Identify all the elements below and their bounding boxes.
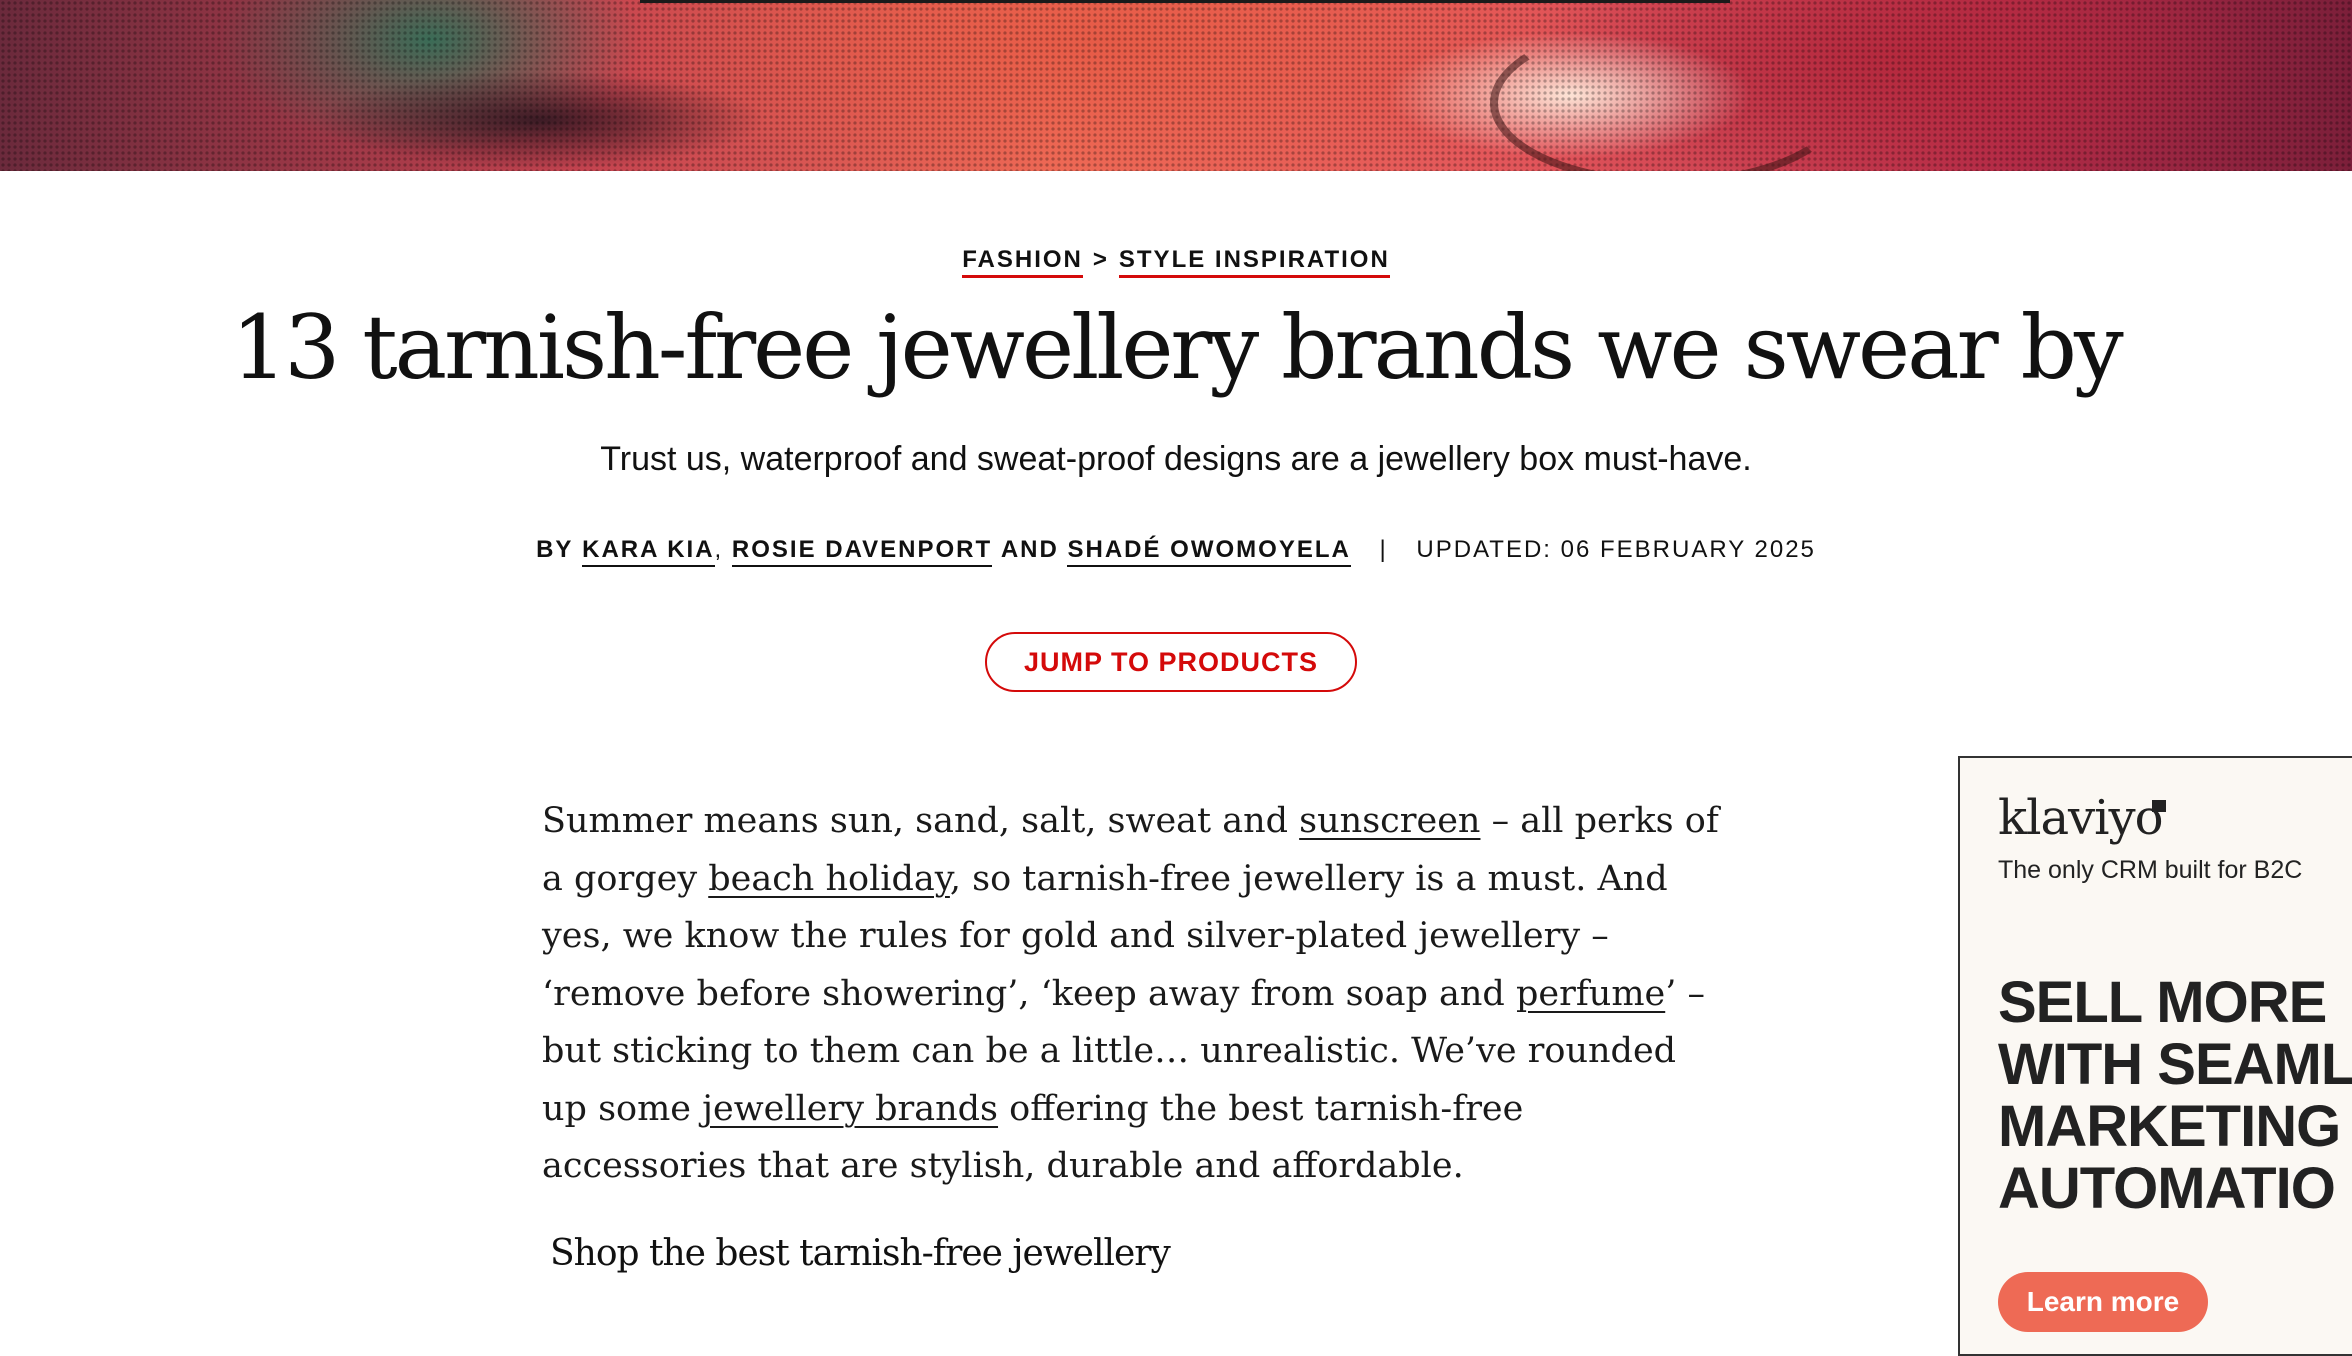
ad-headline: SELL MORE WITH SEAML MARKETING AUTOMATIO bbox=[1998, 970, 2352, 1221]
shop-section-heading: Shop the best tarnish-free jewellery bbox=[550, 1233, 1171, 1274]
byline-divider: | bbox=[1379, 536, 1388, 563]
ad-learn-more-button[interactable]: Learn more bbox=[1998, 1272, 2208, 1332]
breadcrumb-separator: > bbox=[1092, 246, 1109, 273]
byline: BY KARA KIA, ROSIE DAVENPORT AND SHADÉ O… bbox=[0, 536, 2352, 567]
sunscreen-link[interactable]: sunscreen bbox=[1299, 801, 1480, 841]
perfume-link[interactable]: perfume bbox=[1516, 974, 1665, 1014]
byline-and: AND bbox=[1000, 536, 1059, 563]
byline-by: BY bbox=[536, 536, 574, 563]
jewellery-brands-link[interactable]: jewellery brands bbox=[702, 1089, 998, 1129]
ad-tagline: The only CRM built for B2C bbox=[1998, 856, 2303, 884]
author-link-kara-kia[interactable]: KARA KIA bbox=[582, 536, 715, 567]
byline-comma: , bbox=[714, 536, 724, 563]
article-intro-paragraph: Summer means sun, sand, salt, sweat and … bbox=[542, 793, 1722, 1196]
hero-image-ring bbox=[1490, 20, 1846, 171]
breadcrumb-style-inspiration[interactable]: STYLE INSPIRATION bbox=[1118, 246, 1390, 278]
jump-to-products-button[interactable]: JUMP TO PRODUCTS bbox=[985, 632, 1357, 692]
article-title: 13 tarnish-free jewellery brands we swea… bbox=[231, 296, 2123, 399]
intro-text-1: Summer means sun, sand, salt, sweat and bbox=[542, 801, 1300, 841]
hero-image bbox=[0, 0, 2352, 171]
ad-logo: klaviyo bbox=[1998, 790, 2164, 846]
author-link-shade-owomoyela[interactable]: SHADÉ OWOMOYELA bbox=[1067, 536, 1351, 567]
hero-image-edge bbox=[640, 0, 1730, 3]
advertisement[interactable]: klaviyo The only CRM built for B2C SELL … bbox=[1958, 756, 2352, 1356]
ad-logo-flag-icon bbox=[2152, 800, 2166, 812]
beach-holiday-link[interactable]: beach holiday bbox=[708, 859, 950, 899]
author-link-rosie-davenport[interactable]: ROSIE DAVENPORT bbox=[731, 536, 993, 567]
updated-date: UPDATED: 06 FEBRUARY 2025 bbox=[1416, 536, 1816, 563]
article-subtitle: Trust us, waterproof and sweat-proof des… bbox=[600, 440, 1752, 478]
breadcrumb: FASHION > STYLE INSPIRATION bbox=[0, 246, 2352, 278]
breadcrumb-fashion[interactable]: FASHION bbox=[962, 246, 1083, 278]
